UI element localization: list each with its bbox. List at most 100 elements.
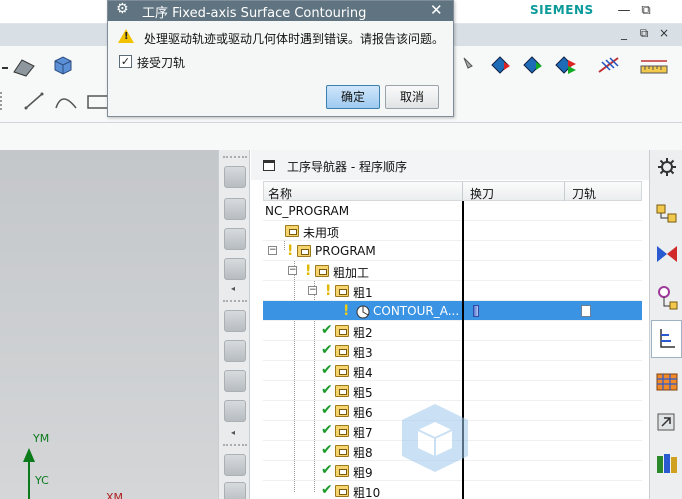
tool-change-indicator-icon: [473, 305, 479, 317]
column-toolpath[interactable]: 刀轨: [572, 185, 596, 202]
tree-row-rough-2[interactable]: ✔ 粗2: [263, 321, 642, 341]
collapse-toggle[interactable]: −: [288, 266, 297, 275]
folder-icon: [297, 245, 311, 257]
folder-icon: [335, 325, 349, 337]
check-icon: ✔: [321, 382, 333, 398]
restore-button[interactable]: ⧉: [636, 2, 656, 20]
tree-row-unused[interactable]: 未用项: [263, 221, 642, 241]
part-navigator-icon[interactable]: [654, 284, 680, 310]
row-label: 粗5: [353, 386, 373, 400]
strip-gripper-3: [223, 444, 247, 446]
column-divider[interactable]: [564, 182, 565, 201]
generate-toolpath-icon[interactable]: [224, 310, 246, 332]
row-label: 粗8: [353, 446, 373, 460]
folder-icon: [335, 485, 349, 497]
brand-logo: SIEMENS: [530, 3, 594, 17]
collapse-toggle[interactable]: −: [268, 246, 277, 255]
machine-tool-navigator-icon[interactable]: [654, 368, 680, 394]
column-tool-change[interactable]: 换刀: [470, 185, 494, 202]
tree-row-program[interactable]: − ! PROGRAM: [263, 241, 642, 261]
tree-row-rough-1[interactable]: − ! 粗1: [263, 281, 642, 301]
row-label: 粗10: [353, 486, 381, 499]
contour-operation-icon: [356, 305, 370, 319]
navigator-title: 工序导航器 - 程序顺序: [287, 160, 407, 174]
tree-row-contour-selected[interactable]: ! CONTOUR_A...: [263, 301, 642, 321]
constraint-navigator-icon[interactable]: [654, 242, 680, 268]
resource-bar: [649, 150, 682, 499]
roles-library-icon[interactable]: [654, 450, 680, 476]
toolpath-status-icon: [581, 305, 591, 317]
tree-row-nc-program[interactable]: NC_PROGRAM: [263, 201, 642, 221]
verify-toolpath-icon[interactable]: [224, 370, 246, 392]
minimize-button[interactable]: —: [614, 2, 634, 20]
doc-close-button[interactable]: ×: [654, 26, 674, 40]
check-icon: ✔: [321, 442, 333, 458]
row-label: 粗9: [353, 466, 373, 480]
create-tool-icon[interactable]: [224, 198, 246, 220]
tool-strip: ◂ ◂: [218, 150, 250, 499]
ribbon-divider: [0, 122, 682, 123]
ok-button[interactable]: 确定: [326, 85, 380, 109]
create-program-tool-icon[interactable]: [224, 166, 246, 188]
column-divider[interactable]: [462, 182, 463, 201]
create-method-icon[interactable]: [224, 258, 246, 280]
gear-icon: ⚙: [116, 1, 129, 17]
navigator-header: 工序导航器 - 程序顺序: [251, 150, 649, 180]
row-label: 未用项: [303, 226, 340, 240]
face-select-icon[interactable]: [0, 56, 40, 78]
doc-minimize-button[interactable]: _: [614, 26, 634, 40]
doc-restore-button[interactable]: ⧉: [634, 26, 654, 41]
folder-icon: [335, 285, 349, 297]
curve-tools-icons[interactable]: [22, 90, 112, 112]
replay-toolpath-icon[interactable]: [224, 340, 246, 362]
transform-object-icon[interactable]: [224, 454, 246, 476]
strip-expand-arrow-2[interactable]: ◂: [231, 428, 235, 437]
post-process-icon[interactable]: [224, 400, 246, 422]
y-axis-arrow: [23, 448, 35, 462]
warning-bulb-icon: !: [305, 263, 312, 279]
row-label: 粗加工: [333, 266, 370, 280]
dialog-title: 工序 Fixed-axis Surface Contouring: [142, 6, 367, 21]
dialog-title-bar[interactable]: ⚙ 工序 Fixed-axis Surface Contouring ✕: [108, 1, 453, 21]
column-header-row: 名称 换刀 刀轨: [263, 181, 642, 201]
display-object-icon[interactable]: [224, 482, 246, 499]
strip-gripper-2: [223, 300, 247, 302]
row-label: 粗1: [353, 286, 373, 300]
document-window-controls: _ ⧉ ×: [614, 26, 680, 44]
folder-icon: [335, 365, 349, 377]
cancel-button[interactable]: 取消: [385, 85, 439, 109]
create-geometry-icon[interactable]: [224, 228, 246, 250]
tree-row-rough-4[interactable]: ✔ 粗4: [263, 361, 642, 381]
column-name[interactable]: 名称: [268, 185, 292, 202]
folder-icon: [335, 405, 349, 417]
check-icon: ✔: [321, 322, 333, 338]
folder-icon: [315, 265, 329, 277]
reuse-library-icon[interactable]: [654, 410, 680, 436]
operation-navigator-tab[interactable]: [651, 320, 682, 358]
strip-expand-arrow[interactable]: ◂: [231, 284, 235, 293]
row-label: PROGRAM: [315, 244, 376, 258]
warning-bulb-icon: !: [343, 303, 350, 319]
measure-icon[interactable]: [638, 56, 670, 78]
close-icon[interactable]: ✕: [430, 1, 443, 19]
accept-toolpath-label[interactable]: 接受刀轨: [137, 54, 185, 71]
folder-icon: [285, 225, 299, 237]
toolpath-edit-icon[interactable]: [596, 54, 626, 76]
tree-row-rough-3[interactable]: ✔ 粗3: [263, 341, 642, 361]
tree-row-rough-10[interactable]: ✔ 粗10: [263, 481, 642, 499]
check-icon: ✔: [321, 422, 333, 438]
row-label: 粗6: [353, 406, 373, 420]
graphics-window[interactable]: [0, 150, 218, 499]
row-label: 粗7: [353, 426, 373, 440]
collapse-toggle[interactable]: −: [308, 286, 317, 295]
assembly-navigator-icon[interactable]: [654, 202, 680, 228]
toolpath-icons-group[interactable]: [460, 54, 590, 76]
window-icon: [263, 160, 275, 171]
tree-row-rough[interactable]: − ! 粗加工: [263, 261, 642, 281]
ribbon-gripper: [0, 92, 6, 110]
tree-row-rough-5[interactable]: ✔ 粗5: [263, 381, 642, 401]
accept-toolpath-checkbox[interactable]: ✓: [119, 55, 132, 68]
block-icon[interactable]: [52, 54, 74, 76]
axis-label-xm: XM: [106, 491, 124, 499]
gear-icon[interactable]: [654, 154, 680, 180]
